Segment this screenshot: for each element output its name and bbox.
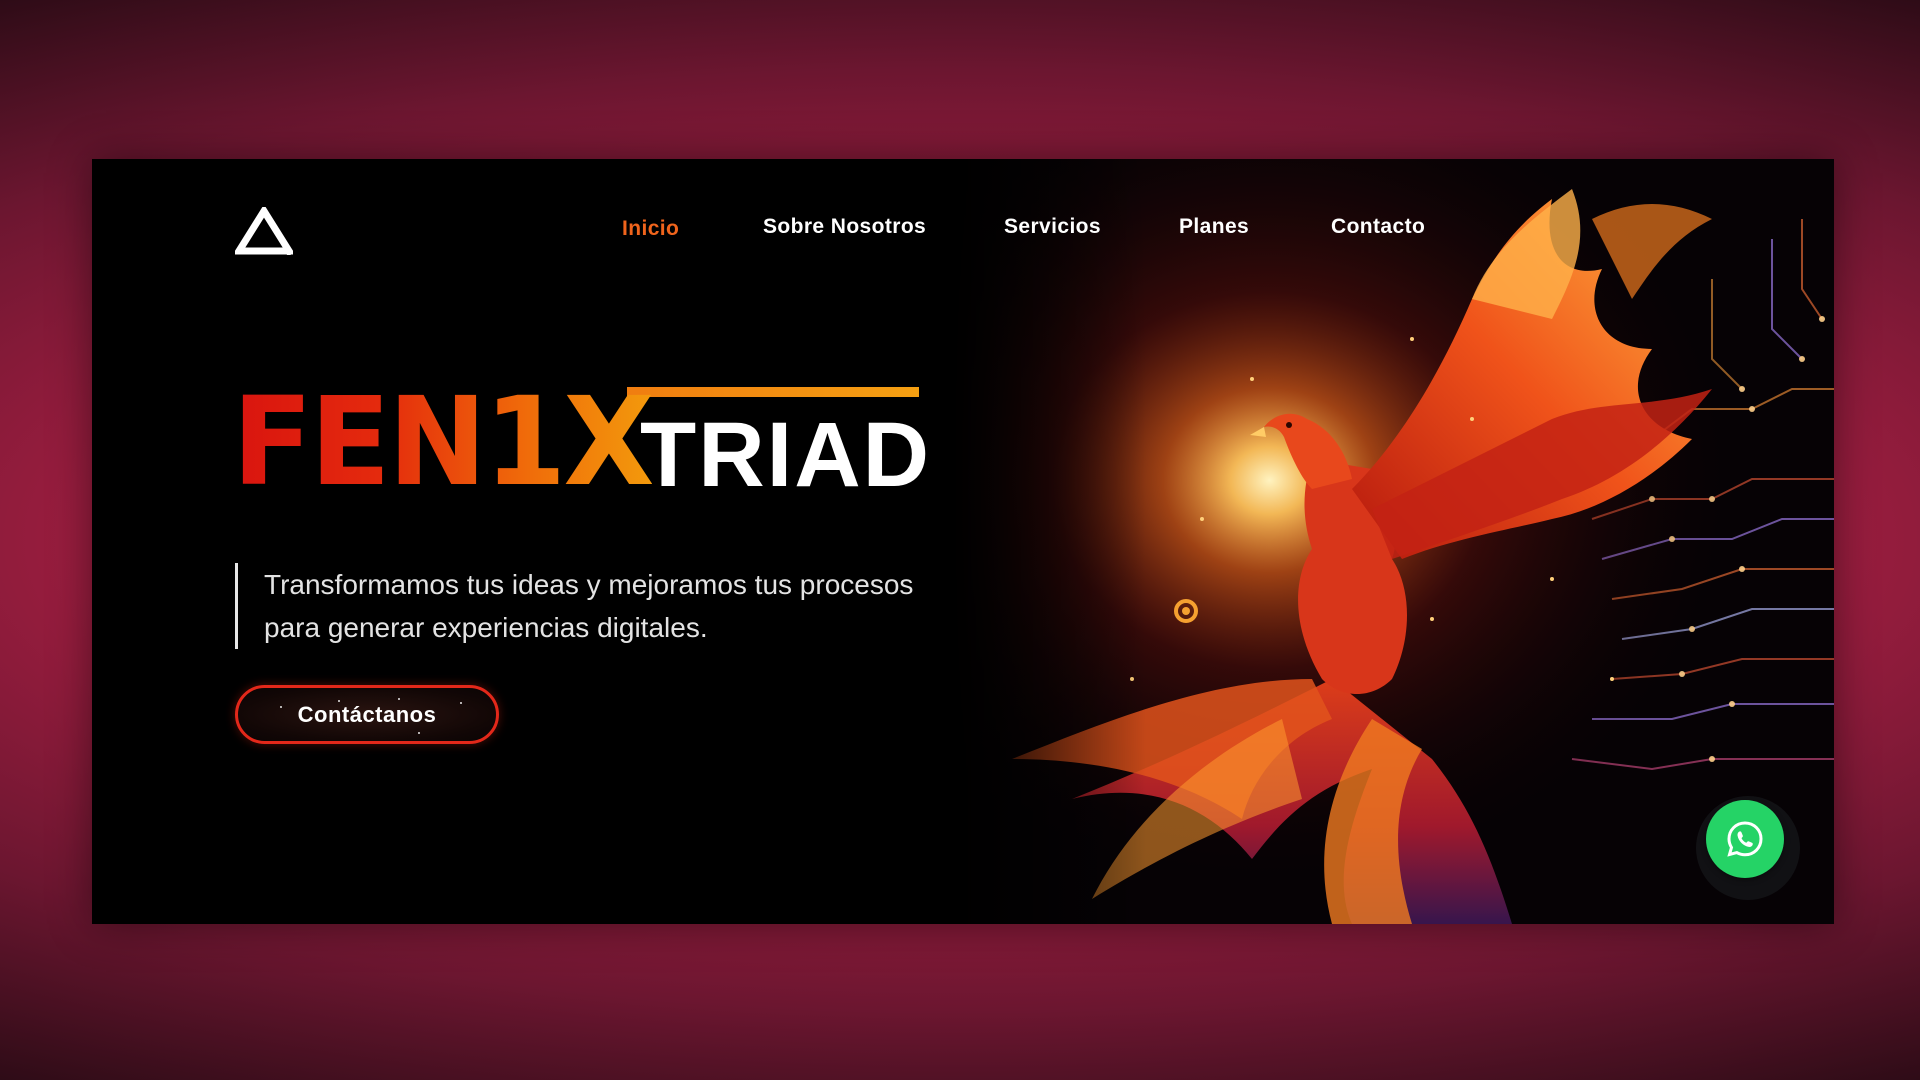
phoenix-artwork xyxy=(952,159,1834,924)
tagline-line-1: Transformamos tus ideas y mejoramos tus … xyxy=(264,569,914,600)
cta-label: Contáctanos xyxy=(297,701,437,727)
nav-item-inicio[interactable]: Inicio xyxy=(622,217,679,241)
brand-wordmark: FEN1X TRIAD xyxy=(232,371,929,513)
contact-cta-button[interactable]: Contáctanos xyxy=(235,685,499,744)
whatsapp-button[interactable] xyxy=(1706,800,1784,878)
nav-item-contacto[interactable]: Contacto xyxy=(1331,215,1425,239)
nav-item-servicios[interactable]: Servicios xyxy=(1004,215,1101,239)
hero-tagline: Transformamos tus ideas y mejoramos tus … xyxy=(235,563,964,649)
nav-item-planes[interactable]: Planes xyxy=(1179,215,1249,239)
brand-accent-bar xyxy=(627,387,919,397)
whatsapp-icon xyxy=(1727,821,1763,857)
phoenix-illustration xyxy=(952,159,1834,924)
brand-name-triad: TRIAD xyxy=(640,404,932,506)
main-nav: Inicio Sobre Nosotros Servicios Planes C… xyxy=(92,215,1834,255)
nav-item-sobre-nosotros[interactable]: Sobre Nosotros xyxy=(763,215,926,239)
tagline-line-2: para generar experiencias digitales. xyxy=(264,612,708,643)
hero-frame: Inicio Sobre Nosotros Servicios Planes C… xyxy=(92,159,1834,924)
brand-name-fenix: FEN1X xyxy=(232,371,655,513)
